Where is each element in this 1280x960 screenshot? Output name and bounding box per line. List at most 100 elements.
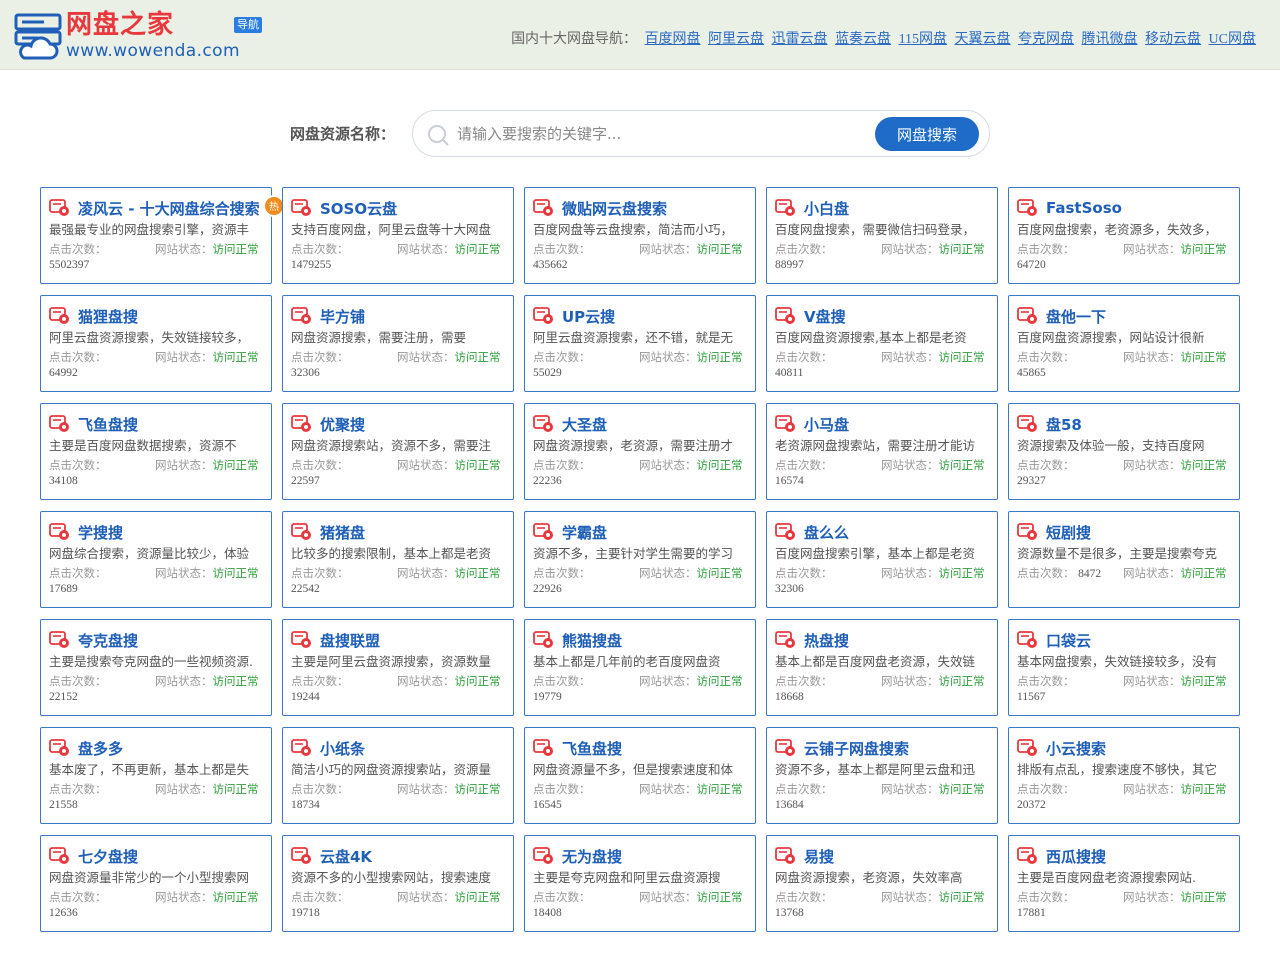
site-card[interactable]: 微贴网云盘搜索 百度网盘等云盘搜索，简洁而小巧， 点击次数： 435662 网站状态：访… [524, 187, 756, 284]
card-title[interactable]: 盘多多 [78, 738, 123, 759]
site-card[interactable]: 学搜搜 网盘综合搜索，资源量比较少，体验 点击次数： 17689 网站状态：访问正常 [40, 511, 272, 608]
site-card[interactable]: 盘多多 基本废了，不再更新，基本上都是失 点击次数： 21558 网站状态：访问正常 [40, 727, 272, 824]
card-title[interactable]: 毕方铺 [320, 306, 365, 327]
card-title[interactable]: 猪猪盘 [320, 522, 365, 543]
site-card[interactable]: 盘搜联盟 主要是阿里云盘资源搜索，资源数量 点击次数： 19244 网站状态：访问正常 [282, 619, 514, 716]
search-button[interactable]: 网盘搜索 [875, 117, 979, 151]
site-card[interactable]: 小马盘 老资源网盘搜索站，需要注册才能访 点击次数： 16574 网站状态：访问正常 [766, 403, 998, 500]
card-title[interactable]: 七夕盘搜 [78, 846, 138, 867]
card-title[interactable]: 热盘搜 [804, 630, 849, 651]
card-title[interactable]: 短剧搜 [1046, 522, 1091, 543]
card-title[interactable]: 盘搜联盟 [320, 630, 380, 651]
card-title[interactable]: FastSoso [1046, 199, 1122, 217]
site-card[interactable]: 盘他一下 百度网盘资源搜索，网站设计很新 点击次数： 45865 网站状态：访问正常 [1008, 295, 1240, 392]
nav-link-lanzou[interactable]: 蓝奏云盘 [835, 32, 891, 47]
card-title[interactable]: SOSO云盘 [320, 198, 397, 219]
site-card[interactable]: 盘么么 百度网盘搜索引擎，基本上都是老资 点击次数： 32306 网站状态：访问正常 [766, 511, 998, 608]
click-count-label: 点击次数： [291, 350, 349, 364]
click-count: 点击次数： 16574 [775, 457, 875, 489]
nav-link-mobile[interactable]: 移动云盘 [1145, 32, 1201, 47]
nav-link-uc[interactable]: UC网盘 [1209, 32, 1256, 47]
card-title[interactable]: 学霸盘 [562, 522, 607, 543]
click-count-label: 点击次数： [775, 674, 833, 688]
card-title[interactable]: 云铺子网盘搜索 [804, 738, 909, 759]
site-status: 网站状态：访问正常 [155, 565, 263, 597]
search-input[interactable] [457, 121, 857, 147]
site-card[interactable]: 大圣盘 网盘资源搜索，老资源，需要注册才 点击次数： 22236 网站状态：访问正常 [524, 403, 756, 500]
card-title[interactable]: 易搜 [804, 846, 834, 867]
site-card[interactable]: 小白盘 百度网盘搜索，需要微信扫码登录， 点击次数： 88997 网站状态：访问正常 [766, 187, 998, 284]
card-title[interactable]: 无为盘搜 [562, 846, 622, 867]
site-card[interactable]: 小纸条 简洁小巧的网盘资源搜索站，资源量 点击次数： 18734 网站状态：访问正常 [282, 727, 514, 824]
site-card-icon [775, 415, 797, 433]
site-card[interactable]: 夸克盘搜 主要是搜索夸克网盘的一些视频资源. 点击次数： 22152 网站状态：访问正常 [40, 619, 272, 716]
nav-link-115[interactable]: 115网盘 [899, 32, 947, 47]
site-card[interactable]: 云盘4K 资源不多的小型搜索网站，搜索速度 点击次数： 19718 网站状态：访问正常 [282, 835, 514, 932]
card-header: 飞鱼盘搜 [533, 737, 747, 759]
nav-link-baidu[interactable]: 百度网盘 [645, 32, 701, 47]
site-card[interactable]: 七夕盘搜 网盘资源量非常少的一个小型搜索网 点击次数： 12636 网站状态：访问正常 [40, 835, 272, 932]
site-card[interactable]: 飞鱼盘搜 主要是百度网盘数据搜索，资源不 点击次数： 34108 网站状态：访问正常 [40, 403, 272, 500]
card-title[interactable]: 盘么么 [804, 522, 849, 543]
card-title[interactable]: 大圣盘 [562, 414, 607, 435]
card-title[interactable]: 优聚搜 [320, 414, 365, 435]
site-card[interactable]: 猫狸盘搜 阿里云盘资源搜索，失效链接较多， 点击次数： 64992 网站状态：访问正常 [40, 295, 272, 392]
site-card[interactable]: 优聚搜 网盘资源搜索站，资源不多，需要注 点击次数： 22597 网站状态：访问正常 [282, 403, 514, 500]
site-card[interactable]: 猪猪盘 比较多的搜索限制，基本上都是老资 点击次数： 22542 网站状态：访问正常 [282, 511, 514, 608]
card-title[interactable]: 飞鱼盘搜 [562, 738, 622, 759]
card-title[interactable]: 小马盘 [804, 414, 849, 435]
site-card[interactable]: 毕方铺 网盘资源搜索，需要注册，需要 点击次数： 32306 网站状态：访问正常 [282, 295, 514, 392]
site-card[interactable]: SOSO云盘 支持百度网盘，阿里云盘等十大网盘 点击次数： 1479255 网站状态：访… [282, 187, 514, 284]
site-card[interactable]: V盘搜 百度网盘资源搜索,基本上都是老资 点击次数： 40811 网站状态：访问正常 [766, 295, 998, 392]
card-description: 阿里云盘资源搜索，还不错，就是无 [533, 330, 734, 345]
card-title[interactable]: 夸克盘搜 [78, 630, 138, 651]
card-title[interactable]: 云盘4K [320, 846, 372, 867]
card-title[interactable]: 猫狸盘搜 [78, 306, 138, 327]
click-count-value: 22542 [291, 583, 320, 595]
click-count-value: 22597 [291, 475, 320, 487]
card-title[interactable]: UP云搜 [562, 306, 615, 327]
click-count-label: 点击次数： [1017, 350, 1075, 364]
card-title[interactable]: 学搜搜 [78, 522, 123, 543]
card-title[interactable]: V盘搜 [804, 306, 846, 327]
site-card[interactable]: 西瓜搜搜 主要是百度网盘老资源搜索网站. 点击次数： 17881 网站状态：访问正常 [1008, 835, 1240, 932]
nav-link-quark[interactable]: 夸克网盘 [1018, 32, 1074, 47]
card-title[interactable]: 小云搜索 [1046, 738, 1106, 759]
site-card[interactable]: 凌风云 - 十大网盘综合搜索 最强最专业的网盘搜索引擎，资源丰 点击次数： 55023… [40, 187, 285, 284]
card-title[interactable]: 口袋云 [1046, 630, 1091, 651]
nav-link-aliyun[interactable]: 阿里云盘 [708, 32, 764, 47]
card-title[interactable]: 飞鱼盘搜 [78, 414, 138, 435]
nav-link-tencent[interactable]: 腾讯微盘 [1082, 32, 1138, 47]
card-header: 熊猫搜盘 [533, 629, 747, 651]
site-card[interactable]: UP云搜 阿里云盘资源搜索，还不错，就是无 点击次数： 55029 网站状态：访问正常 [524, 295, 756, 392]
site-card[interactable]: 热盘搜 基本上都是百度网盘老资源，失效链 点击次数： 18668 网站状态：访问正常 [766, 619, 998, 716]
site-card[interactable]: FastSoso 百度网盘搜索，老资源多，失效多， 点击次数： 64720 网站状态：访… [1008, 187, 1240, 284]
card-title[interactable]: 小纸条 [320, 738, 365, 759]
site-logo[interactable]: 网盘之家 导航 www.wowenda.com [14, 10, 264, 62]
card-title[interactable]: 熊猫搜盘 [562, 630, 622, 651]
card-title[interactable]: 盘他一下 [1046, 306, 1106, 327]
card-title[interactable]: 凌风云 - 十大网盘综合搜索 [78, 198, 260, 219]
nav-link-tianyi[interactable]: 天翼云盘 [955, 32, 1011, 47]
card-title[interactable]: 西瓜搜搜 [1046, 846, 1106, 867]
card-header: 盘58 [1017, 413, 1231, 435]
site-card[interactable]: 无为盘搜 主要是夸克网盘和阿里云盘资源搜 点击次数： 18408 网站状态：访问正常 [524, 835, 756, 932]
site-card[interactable]: 短剧搜 资源数量不是很多，主要是搜索夸克 点击次数： 8472 网站状态：访问正常 [1008, 511, 1240, 608]
card-title[interactable]: 盘58 [1046, 414, 1082, 435]
click-count: 点击次数： 18734 [291, 781, 391, 813]
nav-link-xunlei[interactable]: 迅雷云盘 [772, 32, 828, 47]
site-card[interactable]: 学霸盘 资源不多，主要针对学生需要的学习 点击次数： 22926 网站状态：访问正常 [524, 511, 756, 608]
site-card[interactable]: 口袋云 基本网盘搜索，失效链接较多，没有 点击次数： 11567 网站状态：访问正常 [1008, 619, 1240, 716]
card-meta: 点击次数： 22542 网站状态：访问正常 [291, 565, 505, 597]
site-card[interactable]: 盘58 资源搜索及体验一般，支持百度网 点击次数： 29327 网站状态：访问正常 [1008, 403, 1240, 500]
site-card[interactable]: 飞鱼盘搜 网盘资源量不多，但是搜索速度和体 点击次数： 16545 网站状态：访问正常 [524, 727, 756, 824]
card-title[interactable]: 微贴网云盘搜索 [562, 198, 667, 219]
click-count-value: 16574 [775, 475, 804, 487]
site-card[interactable]: 小云搜索 排版有点乱，搜索速度不够快，其它 点击次数： 20372 网站状态：访问正常 [1008, 727, 1240, 824]
click-count-label: 点击次数： [1017, 242, 1075, 256]
site-status: 网站状态：访问正常 [155, 781, 263, 813]
site-card[interactable]: 熊猫搜盘 基本上都是几年前的老百度网盘资 点击次数： 19779 网站状态：访问正常 [524, 619, 756, 716]
site-card[interactable]: 云铺子网盘搜索 资源不多，基本上都是阿里云盘和迅 点击次数： 13684 网站状态：访问… [766, 727, 998, 824]
site-card[interactable]: 易搜 网盘资源搜索，老资源，失效率高 点击次数： 13768 网站状态：访问正常 [766, 835, 998, 932]
card-title[interactable]: 小白盘 [804, 198, 849, 219]
